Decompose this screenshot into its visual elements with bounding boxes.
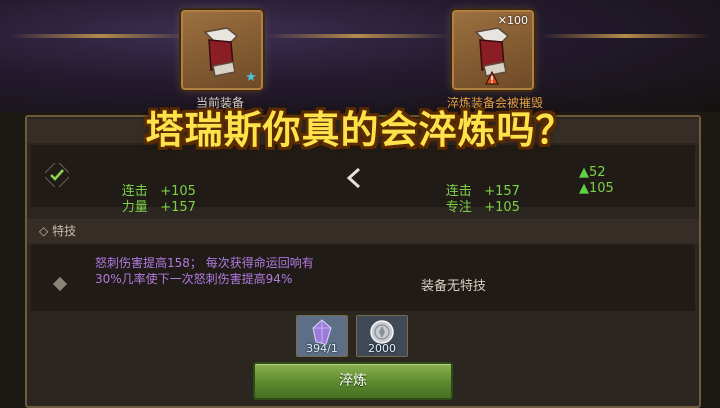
increase-value: 52: [589, 165, 606, 180]
gauntlet-icon: [474, 27, 510, 77]
center-ornament: [265, 34, 450, 38]
diamond-small-icon: ◇: [39, 224, 49, 238]
crystal-cost[interactable]: 394/1: [296, 315, 348, 357]
stat-name: 专注: [445, 200, 472, 215]
diamond-icon: [52, 276, 68, 292]
skills-header-label: 特技: [52, 224, 77, 238]
check-icon[interactable]: [45, 163, 69, 187]
right-ornament: [540, 34, 710, 38]
current-skill-text: 怒刺伤害提高158； 每次获得命运回响有30%几率使下一次怒刺伤害提高94%: [95, 256, 314, 286]
stat-value: +105: [484, 200, 520, 215]
silver-cost[interactable]: 2000: [356, 315, 408, 357]
new-equipment-slot[interactable]: ✕100: [452, 10, 534, 90]
title-overlay: 塔瑞斯你真的会淬炼吗？: [145, 108, 575, 152]
stat-increase-1: ▲52: [579, 165, 606, 180]
skills-section-header: ◇ 特技: [27, 219, 699, 243]
new-skill-text: 装备无特技: [421, 279, 487, 294]
crystal-cost-value: 394/1: [306, 342, 338, 355]
star-badge-icon: ★: [245, 70, 257, 85]
chevron-left-icon: [346, 167, 361, 189]
forge-button[interactable]: 淬炼: [253, 362, 453, 400]
warning-icon: [485, 71, 499, 85]
item-count-value: 100: [507, 14, 528, 27]
silver-cost-value: 2000: [368, 342, 396, 355]
top-background: [0, 0, 720, 112]
stat-value: +157: [160, 200, 196, 215]
left-ornament: [10, 34, 190, 38]
arrow-up-icon: ▲: [579, 165, 589, 180]
item-count: ✕100: [497, 14, 528, 27]
gauntlet-icon: [203, 27, 239, 77]
stat-increase-2: ▲105: [579, 181, 614, 196]
current-equipment-slot[interactable]: ★: [181, 10, 263, 90]
stat-name: 力量: [121, 200, 148, 215]
increase-value: 105: [589, 181, 614, 196]
arrow-up-icon: ▲: [579, 181, 589, 196]
skills-row: 怒刺伤害提高158； 每次获得命运回响有30%几率使下一次怒刺伤害提高94% 装…: [31, 245, 695, 311]
